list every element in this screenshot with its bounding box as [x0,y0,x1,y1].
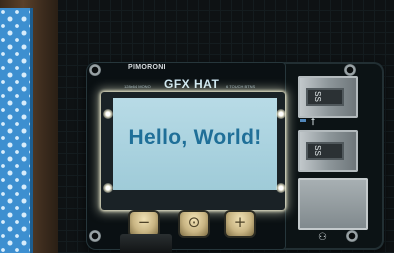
usb-ss-label: SS [312,145,322,156]
select-icon: ⊙ [187,213,201,231]
photo-scene: PIMORONI 128x64 MONO GFX HAT 6 TOUCH BTN… [0,0,394,253]
usb-slot [306,142,344,160]
backlight-led-icon [103,109,113,119]
usb-ss-label: SS [312,91,322,102]
mounting-hole-icon [89,230,101,242]
mounting-hole-icon [344,64,356,76]
usb-slot [306,88,344,106]
usb-port-upper: SS [298,76,358,118]
backlight-led-icon [276,109,286,119]
usb-icon: ⭠ [307,117,319,126]
right-header-label: 6 TOUCH BTNS [226,84,256,89]
minus-icon: − [137,213,151,231]
network-icon: ⚇ [318,232,327,243]
backlight-led-icon [103,183,113,193]
mounting-hole-icon [89,64,101,76]
mat-edge [30,8,33,253]
gfx-hat-title: GFX HAT [164,77,220,91]
usb-port-lower: SS [298,130,358,172]
lcd-message: Hello, World! [128,126,262,149]
pimoroni-logo: PIMORONI [128,64,166,71]
ribbon-cable [120,234,172,253]
left-header-label: 128x64 MONO [124,84,151,89]
ethernet-port [298,178,368,230]
blue-patterned-mat [0,8,30,253]
plus-icon: + [233,213,247,231]
backlight-led-icon [276,183,286,193]
mounting-hole-icon [346,230,358,242]
